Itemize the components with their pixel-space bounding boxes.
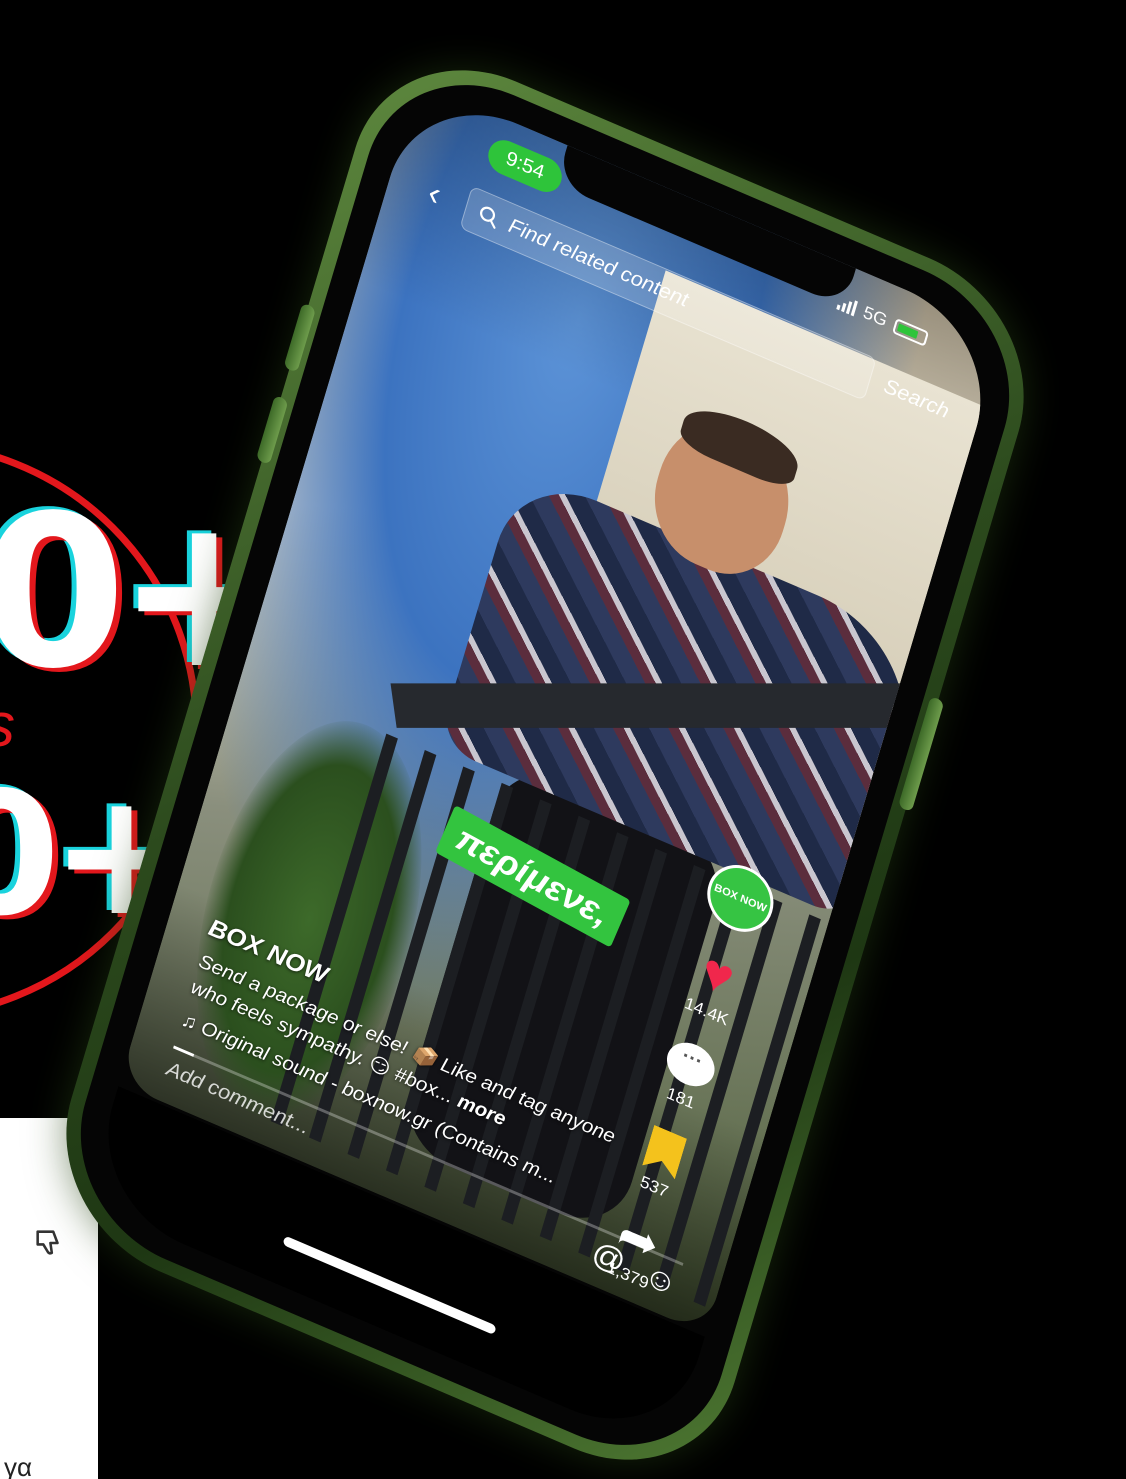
status-indicators: 5G <box>836 291 930 348</box>
dislike-icon[interactable] <box>32 1226 66 1260</box>
promo-stage: 0+ s 0+ γα <box>0 0 1126 1479</box>
home-indicator[interactable] <box>282 1235 497 1336</box>
phone-bezel: 9:54 5G ‹ Find related content Search πε… <box>52 46 1038 1479</box>
railing-handrail <box>390 683 952 728</box>
comment-count: 181 <box>664 1083 697 1113</box>
save-count: 537 <box>637 1172 671 1202</box>
network-label: 5G <box>860 302 890 331</box>
stat-label: s <box>0 690 15 761</box>
back-icon[interactable]: ‹ <box>424 174 457 217</box>
phone-mockup: 9:54 5G ‹ Find related content Search πε… <box>35 28 1055 1479</box>
comment-fragment: γα <box>4 1452 33 1479</box>
status-time: 9:54 <box>484 134 566 198</box>
battery-icon <box>892 317 930 347</box>
search-icon <box>480 206 496 229</box>
heart-icon[interactable]: ♥ <box>695 942 741 1008</box>
like-action[interactable]: ♥ 14.4K <box>682 942 745 1031</box>
signal-icon <box>836 294 859 316</box>
comment-action[interactable]: ··· 181 <box>655 1035 720 1117</box>
bookmark-icon[interactable] <box>642 1125 687 1180</box>
